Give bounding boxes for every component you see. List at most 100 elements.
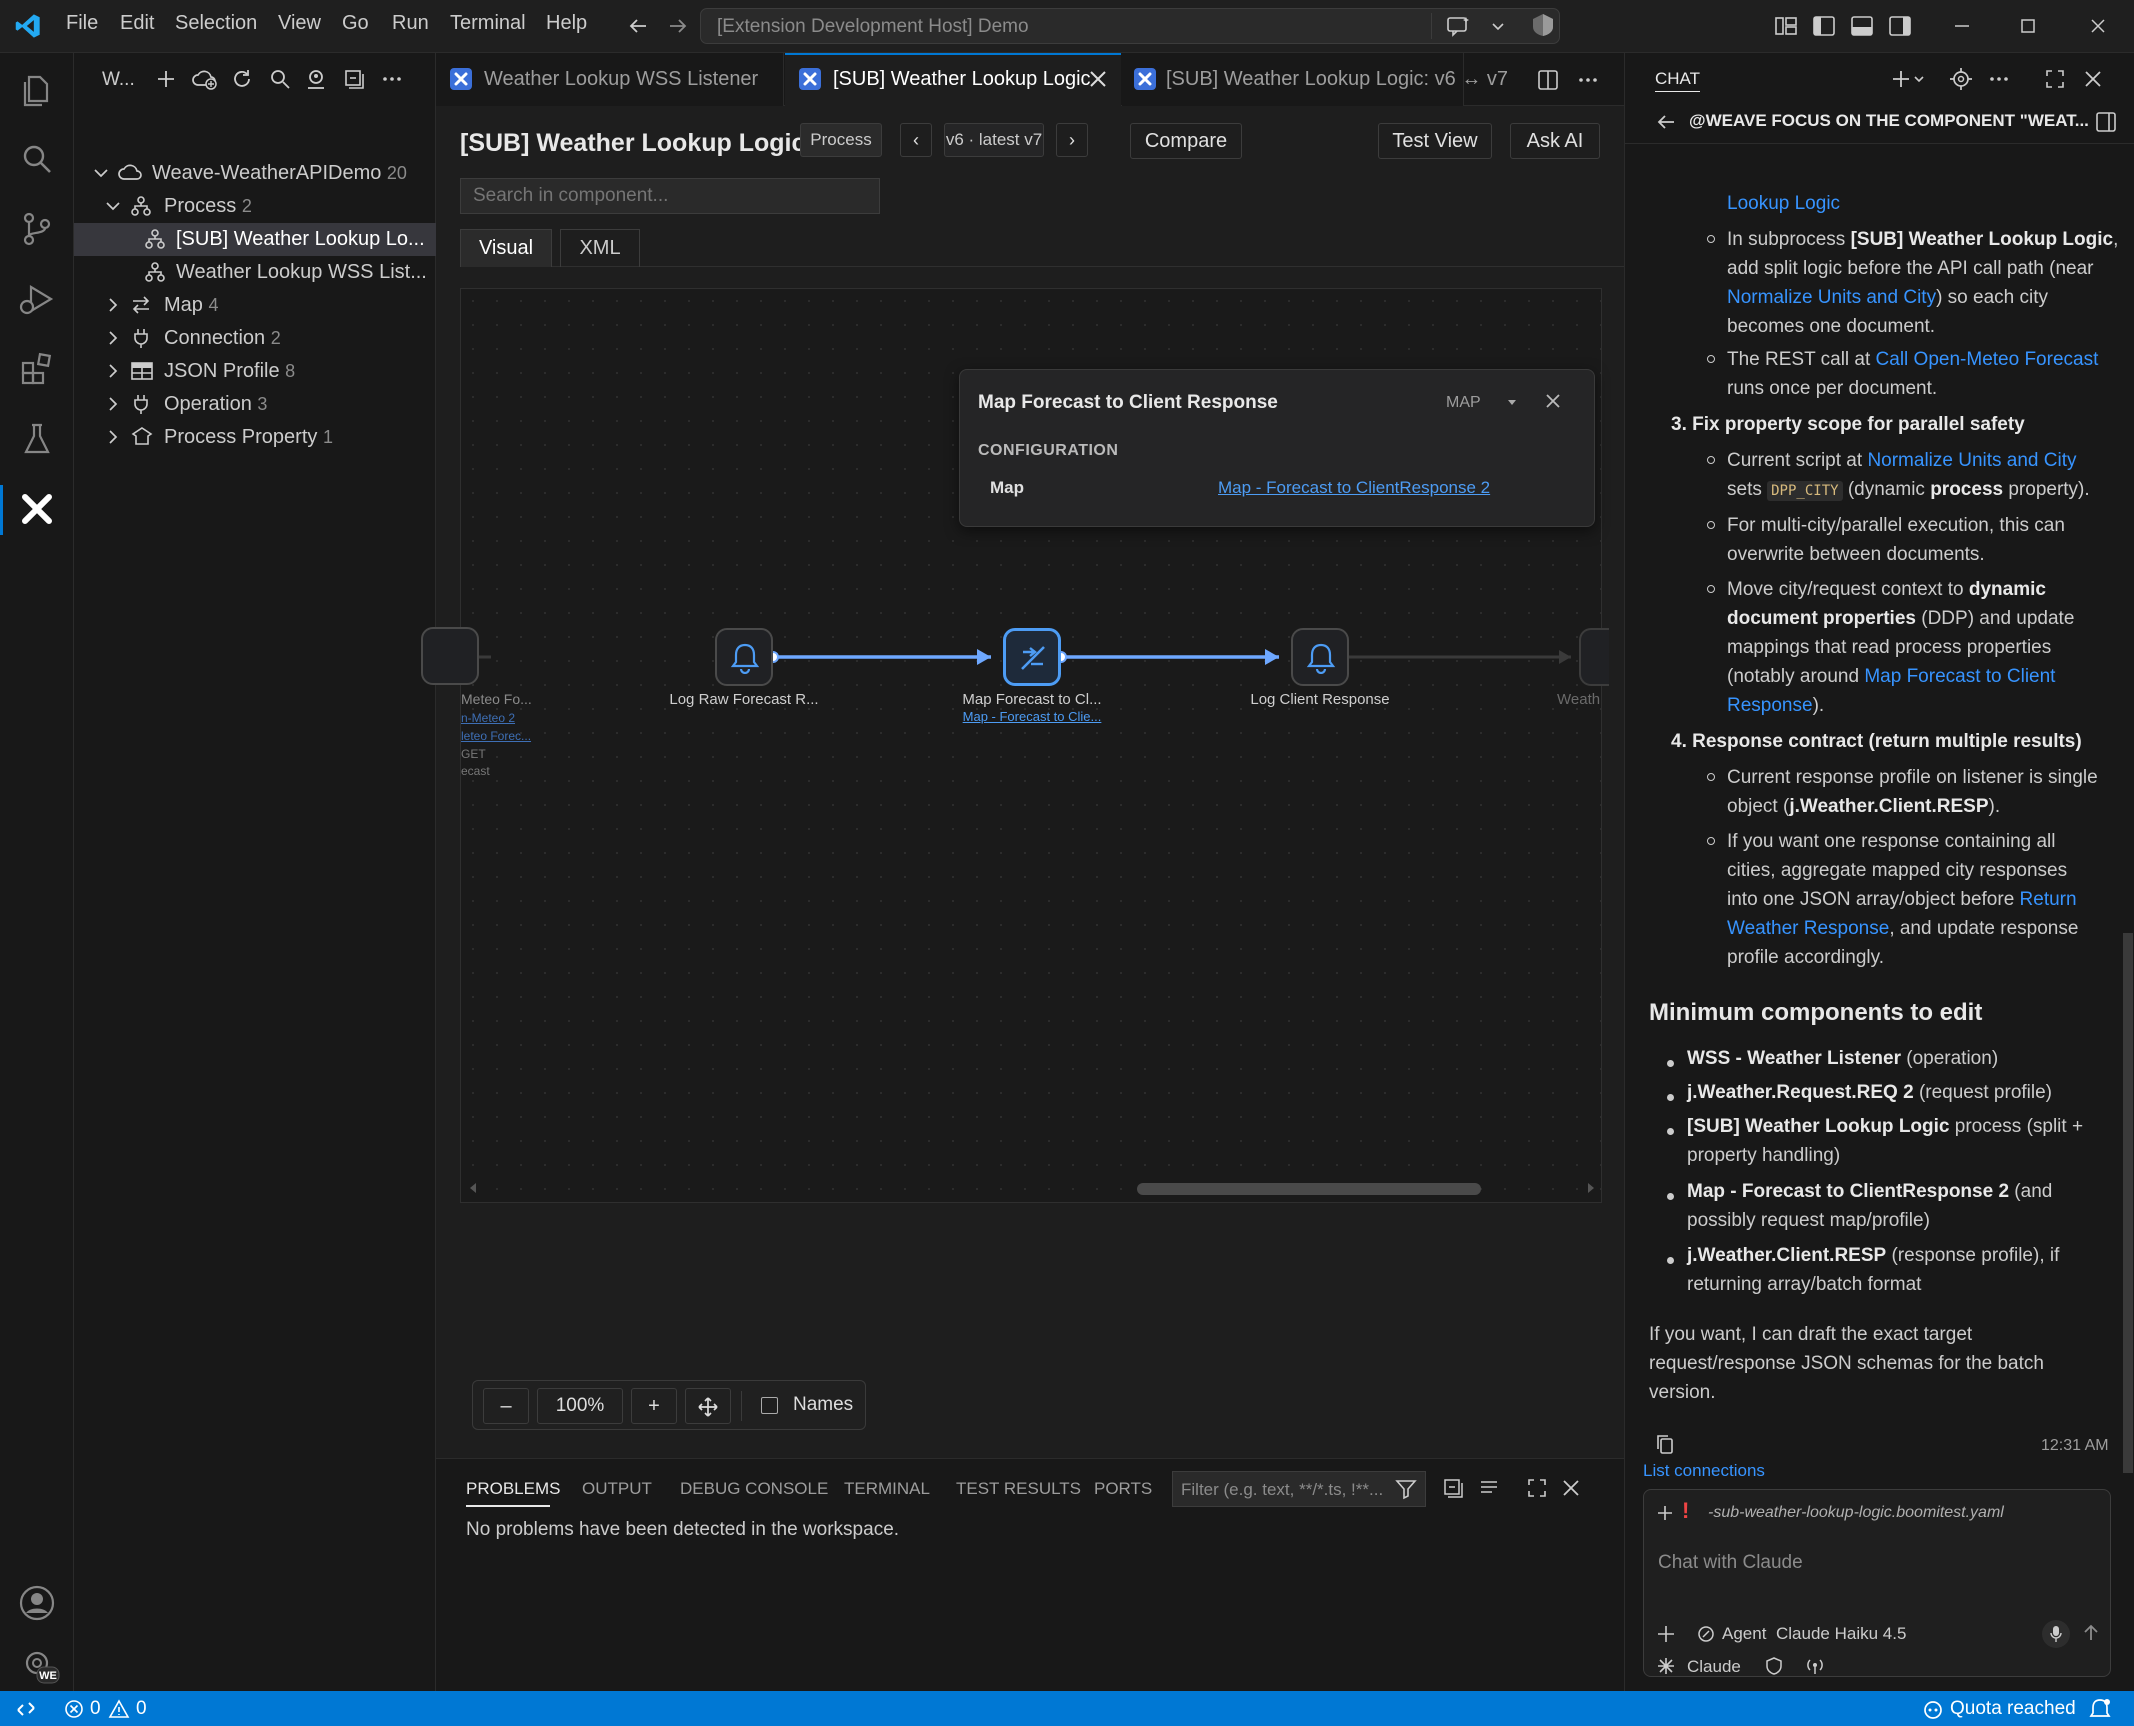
filter-icon[interactable] bbox=[1395, 1478, 1417, 1500]
more-actions-icon[interactable] bbox=[380, 67, 404, 91]
zoom-in-button[interactable]: + bbox=[631, 1388, 677, 1424]
menu-selection[interactable]: Selection bbox=[175, 12, 257, 35]
chat-settings-gear-icon[interactable] bbox=[1949, 67, 1973, 91]
claude-provider-label[interactable]: Claude bbox=[1687, 1657, 1741, 1677]
run-debug-icon[interactable] bbox=[17, 279, 57, 319]
node-log-raw-forecast[interactable] bbox=[715, 628, 773, 686]
partial-node-link[interactable]: leteo Forec... bbox=[461, 729, 531, 743]
chat-input-placeholder[interactable]: Chat with Claude bbox=[1658, 1552, 1803, 1574]
account-icon[interactable] bbox=[17, 1583, 57, 1623]
tree-root-project[interactable]: Weave-WeatherAPIDemo 20 bbox=[74, 157, 436, 190]
fit-to-view-button[interactable] bbox=[685, 1388, 731, 1424]
chat-link-map-forecast[interactable]: Map Forecast to Client bbox=[1864, 666, 2055, 687]
next-version-button[interactable]: › bbox=[1056, 123, 1088, 157]
tab-xml[interactable]: XML bbox=[560, 229, 640, 267]
collapse-panel-icon[interactable] bbox=[1442, 1477, 1464, 1499]
ask-ai-button[interactable]: Ask AI bbox=[1510, 123, 1600, 159]
test-view-button[interactable]: Test View bbox=[1378, 123, 1492, 159]
popup-type-dropdown-icon[interactable] bbox=[1506, 396, 1518, 408]
tab-visual[interactable]: Visual bbox=[460, 229, 552, 267]
partial-left-node[interactable] bbox=[421, 627, 479, 685]
agent-mode-selector[interactable]: Agent bbox=[1722, 1624, 1766, 1644]
compare-button[interactable]: Compare bbox=[1130, 123, 1242, 159]
testing-flask-icon[interactable] bbox=[17, 419, 57, 459]
chat-link-response[interactable]: Response bbox=[1727, 695, 1813, 716]
menu-file[interactable]: File bbox=[66, 12, 98, 35]
tree-item-process-property[interactable]: Process Property 1 bbox=[74, 421, 436, 454]
zoom-out-button[interactable]: – bbox=[483, 1388, 529, 1424]
chat-back-arrow-icon[interactable] bbox=[1655, 111, 1677, 133]
tree-item-weather-lookup-wss-listener[interactable]: Weather Lookup WSS List... bbox=[74, 256, 436, 289]
cloud-add-icon[interactable] bbox=[192, 67, 218, 91]
scroll-right-icon[interactable] bbox=[1585, 1181, 1597, 1195]
copy-icon[interactable] bbox=[1655, 1433, 1675, 1455]
menu-run[interactable]: Run bbox=[392, 12, 429, 35]
refresh-icon[interactable] bbox=[230, 67, 254, 91]
copilot-chat-icon[interactable] bbox=[1445, 14, 1473, 38]
tab-weather-lookup-wss-listener[interactable]: Weather Lookup WSS Listener bbox=[436, 53, 784, 106]
maximize-panel-icon[interactable] bbox=[1526, 1477, 1548, 1499]
send-arrow-icon[interactable] bbox=[2080, 1622, 2102, 1644]
scroll-left-icon[interactable] bbox=[467, 1181, 479, 1195]
add-context-icon[interactable] bbox=[1656, 1504, 1674, 1522]
panel-tab-ports[interactable]: PORTS bbox=[1094, 1479, 1152, 1499]
panel-tab-output[interactable]: OUTPUT bbox=[582, 1479, 652, 1499]
minimize-icon[interactable] bbox=[1950, 14, 1974, 38]
list-connections-link[interactable]: List connections bbox=[1643, 1461, 1765, 1481]
node-map-forecast[interactable] bbox=[1003, 628, 1061, 686]
menu-terminal[interactable]: Terminal bbox=[450, 12, 526, 35]
tree-item-operation[interactable]: Operation 3 bbox=[74, 388, 436, 421]
partial-right-node[interactable] bbox=[1579, 628, 1609, 686]
menu-edit[interactable]: Edit bbox=[120, 12, 154, 35]
manage-gear-icon[interactable]: WE bbox=[17, 1643, 60, 1684]
quota-status[interactable]: Quota reached bbox=[1918, 1691, 2078, 1726]
close-chat-icon[interactable] bbox=[2081, 67, 2105, 91]
horizontal-scrollbar-thumb[interactable] bbox=[1137, 1183, 1481, 1195]
explorer-icon[interactable] bbox=[17, 69, 57, 109]
menu-view[interactable]: View bbox=[278, 12, 321, 35]
attach-icon[interactable] bbox=[1656, 1624, 1676, 1644]
weave-extension-icon[interactable] bbox=[17, 489, 57, 529]
search-sidebar-icon[interactable] bbox=[268, 67, 292, 91]
version-selector[interactable]: v6 · latest v7 bbox=[944, 123, 1044, 157]
close-window-icon[interactable] bbox=[2086, 14, 2110, 38]
source-control-icon[interactable] bbox=[17, 209, 57, 249]
popup-close-icon[interactable] bbox=[1542, 390, 1564, 412]
chat-link-normalize-units[interactable]: Normalize Units and City bbox=[1867, 450, 2076, 471]
broadcast-icon[interactable] bbox=[1805, 1657, 1825, 1675]
problems-filter-input[interactable]: Filter (e.g. text, **/*.ts, !**... bbox=[1172, 1471, 1426, 1507]
maximize-icon[interactable] bbox=[2016, 14, 2040, 38]
chat-link-normalize-units[interactable]: Normalize Units and City bbox=[1727, 287, 1936, 308]
maximize-chat-icon[interactable] bbox=[2043, 67, 2067, 91]
forward-arrow-icon[interactable] bbox=[666, 14, 690, 38]
new-chat-icon[interactable] bbox=[1891, 67, 1927, 91]
collapse-all-icon[interactable] bbox=[342, 67, 366, 91]
tab-sub-weather-lookup-logic[interactable]: [SUB] Weather Lookup Logic bbox=[785, 53, 1121, 106]
tree-item-process[interactable]: Process 2 bbox=[74, 190, 436, 223]
chat-link-lookup-logic[interactable]: Lookup Logic bbox=[1727, 193, 1840, 215]
toggle-panel-icon[interactable] bbox=[1850, 14, 1874, 38]
chevron-down-icon[interactable] bbox=[1489, 17, 1507, 35]
chat-sidebar-toggle-icon[interactable] bbox=[2095, 111, 2117, 133]
component-search-input[interactable] bbox=[460, 178, 880, 214]
toggle-secondary-sidebar-icon[interactable] bbox=[1888, 14, 1912, 38]
chat-link-call-open-meteo[interactable]: Call Open-Meteo Forecast bbox=[1876, 349, 2099, 370]
chat-scrollbar-thumb[interactable] bbox=[2123, 933, 2133, 1473]
close-panel-icon[interactable] bbox=[1560, 1477, 1582, 1499]
tree-item-map[interactable]: Map 4 bbox=[74, 289, 436, 322]
tree-item-sub-weather-lookup-logic[interactable]: [SUB] Weather Lookup Lo... bbox=[74, 223, 436, 256]
process-canvas[interactable]: Meteo Fo... n-Meteo 2 leteo Forec... GET… bbox=[421, 288, 1609, 1203]
panel-tab-terminal[interactable]: TERMINAL bbox=[844, 1479, 930, 1499]
node-sublabel-link[interactable]: Map - Forecast to Clie... bbox=[932, 709, 1132, 724]
zoom-level[interactable]: 100% bbox=[537, 1388, 623, 1424]
search-people-icon[interactable] bbox=[304, 67, 330, 91]
microphone-icon[interactable] bbox=[2042, 1620, 2070, 1648]
chat-more-icon[interactable] bbox=[1987, 67, 2011, 91]
toggle-primary-sidebar-icon[interactable] bbox=[1812, 14, 1836, 38]
editor-more-actions-icon[interactable] bbox=[1576, 68, 1600, 92]
panel-tab-problems[interactable]: PROBLEMS bbox=[466, 1479, 560, 1499]
back-arrow-icon[interactable] bbox=[626, 14, 650, 38]
search-icon[interactable] bbox=[17, 139, 57, 179]
remote-indicator[interactable] bbox=[0, 1691, 50, 1726]
customize-layout-icon[interactable] bbox=[1774, 14, 1798, 38]
